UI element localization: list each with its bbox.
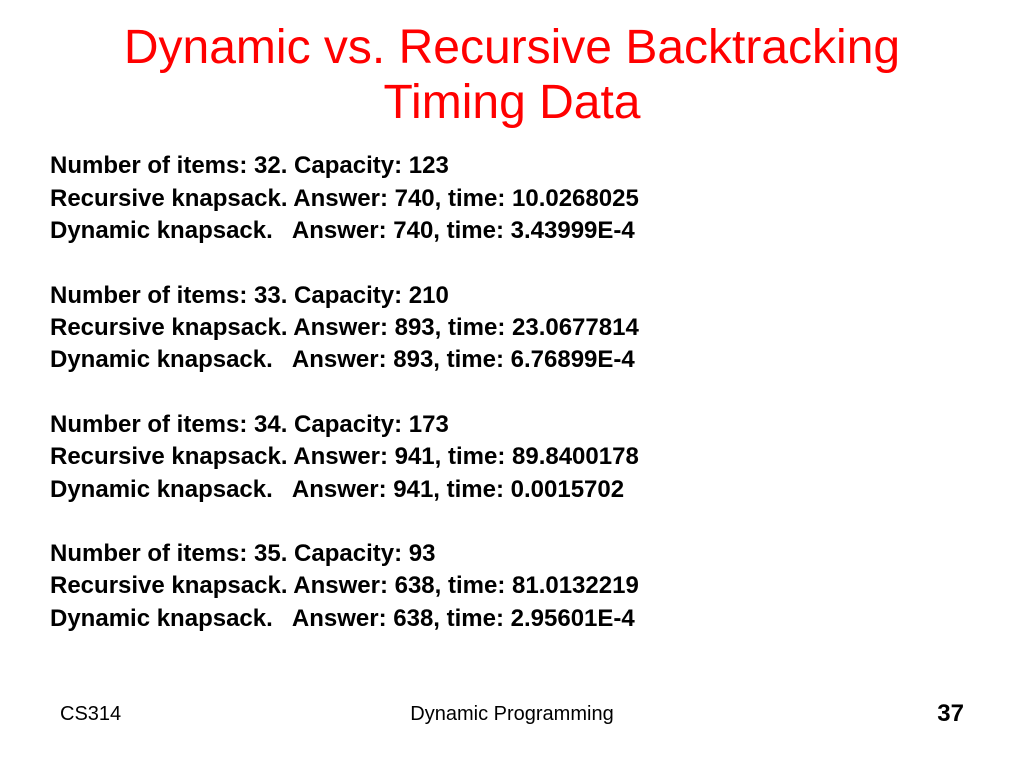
dynamic-line: Dynamic knapsack. Answer: 941, time: 0.0…	[50, 474, 974, 506]
dynamic-line: Dynamic knapsack. Answer: 893, time: 6.7…	[50, 344, 974, 376]
dynamic-line: Dynamic knapsack. Answer: 740, time: 3.4…	[50, 215, 974, 247]
timing-block: Number of items: 32. Capacity: 123 Recur…	[50, 150, 974, 247]
block-header: Number of items: 34. Capacity: 173	[50, 409, 974, 441]
recursive-line: Recursive knapsack. Answer: 740, time: 1…	[50, 183, 974, 215]
recursive-line: Recursive knapsack. Answer: 941, time: 8…	[50, 441, 974, 473]
footer-course: CS314	[60, 703, 121, 726]
slide-title: Dynamic vs. Recursive Backtracking Timin…	[50, 20, 974, 130]
slide: Dynamic vs. Recursive Backtracking Timin…	[0, 0, 1024, 768]
slide-content: Number of items: 32. Capacity: 123 Recur…	[50, 150, 974, 700]
footer-page-number: 37	[937, 700, 964, 728]
block-header: Number of items: 35. Capacity: 93	[50, 538, 974, 570]
timing-block: Number of items: 33. Capacity: 210 Recur…	[50, 280, 974, 377]
recursive-line: Recursive knapsack. Answer: 893, time: 2…	[50, 312, 974, 344]
timing-block: Number of items: 34. Capacity: 173 Recur…	[50, 409, 974, 506]
slide-footer: CS314 Dynamic Programming 37	[50, 700, 974, 738]
block-header: Number of items: 33. Capacity: 210	[50, 280, 974, 312]
block-header: Number of items: 32. Capacity: 123	[50, 150, 974, 182]
footer-topic: Dynamic Programming	[410, 703, 613, 726]
timing-block: Number of items: 35. Capacity: 93 Recurs…	[50, 538, 974, 635]
recursive-line: Recursive knapsack. Answer: 638, time: 8…	[50, 570, 974, 602]
dynamic-line: Dynamic knapsack. Answer: 638, time: 2.9…	[50, 603, 974, 635]
